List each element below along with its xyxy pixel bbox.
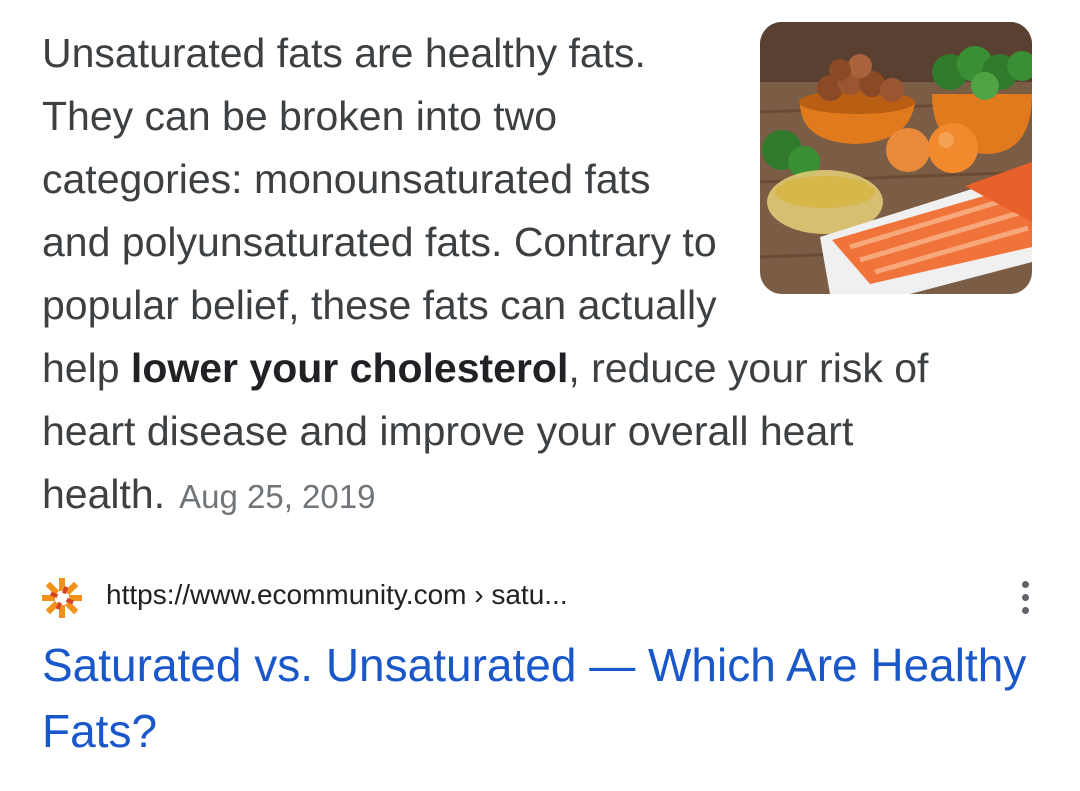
result-source-row: https://www.ecommunity.com › satu... [40,572,1040,622]
more-vert-icon-dot [1021,606,1029,614]
more-vert-icon-dot [1021,580,1029,588]
snippet-date: Aug 25, 2019 [179,478,376,515]
featured-snippet: Unsaturated fats are healthy fats. They … [42,22,1032,528]
snippet-text-start: Unsaturated fats are healthy fats. They … [42,30,717,391]
result-title-link[interactable]: Saturated vs. Unsaturated — Which Are He… [42,632,1042,764]
snippet-bold-phrase: lower your cholesterol [130,345,569,391]
ecommunity-favicon-icon [42,578,82,618]
healthy-fats-food-image [760,22,1032,294]
result-url[interactable]: https://www.ecommunity.com › satu... [106,579,568,611]
more-vert-icon-dot [1021,593,1029,601]
snippet-thumbnail[interactable] [760,22,1032,294]
more-options-button[interactable] [1010,574,1040,620]
